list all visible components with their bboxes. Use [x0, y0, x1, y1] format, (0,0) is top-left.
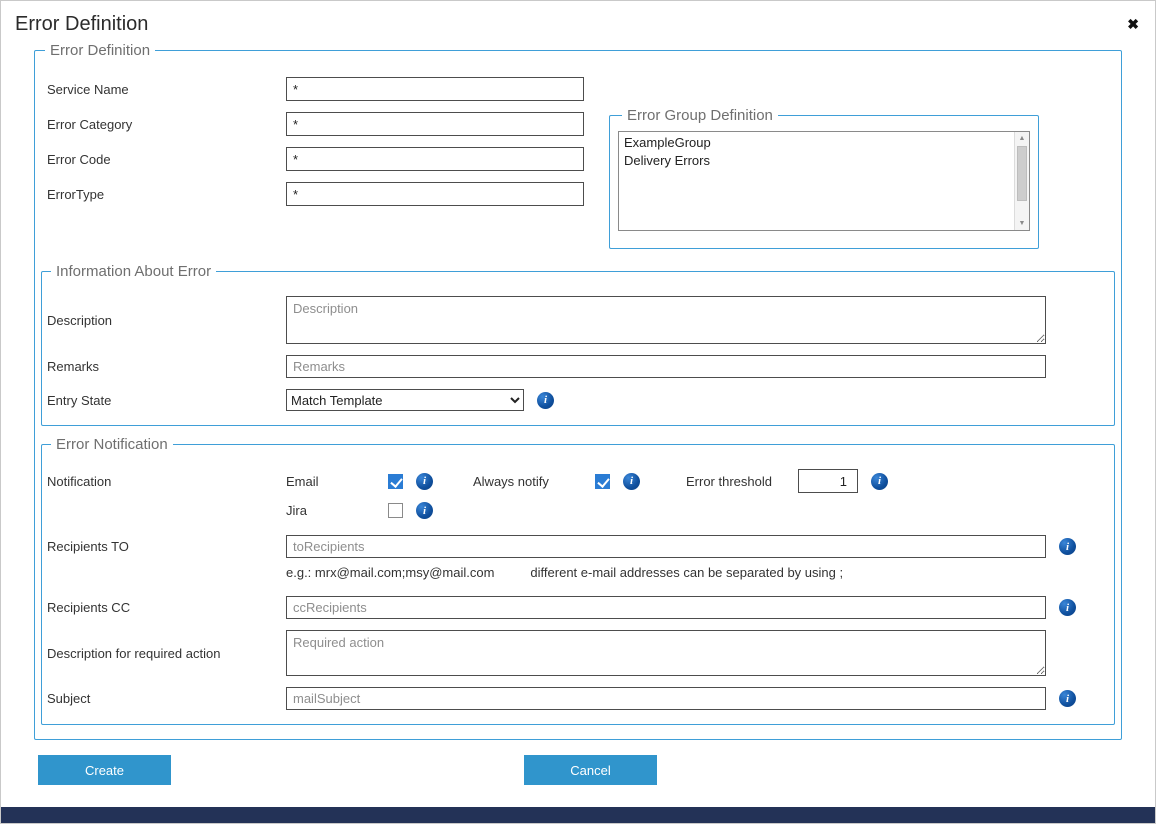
remarks-label: Remarks [47, 359, 286, 374]
subject-label: Subject [47, 691, 286, 706]
button-row: Create Cancel [38, 755, 1155, 785]
error-code-label: Error Code [47, 152, 286, 167]
always-notify-label: Always notify [473, 474, 595, 489]
error-category-input[interactable] [286, 112, 584, 136]
subject-row: Subject i [47, 687, 1109, 710]
remarks-row: Remarks [47, 355, 1109, 378]
error-type-label: ErrorType [47, 187, 286, 202]
scroll-up-icon[interactable]: ▲ [1019, 132, 1026, 145]
error-definition-legend: Error Definition [45, 42, 155, 59]
recipients-to-label: Recipients TO [47, 539, 286, 554]
entry-state-label: Entry State [47, 393, 286, 408]
service-name-input[interactable] [286, 77, 584, 101]
email-checkbox[interactable] [388, 474, 403, 489]
scroll-down-icon[interactable]: ▼ [1019, 217, 1026, 230]
always-notify-info-icon[interactable]: i [623, 473, 640, 490]
close-icon[interactable]: ✖ [1127, 17, 1139, 31]
recipients-to-input[interactable] [286, 535, 1046, 558]
required-action-textarea[interactable] [286, 630, 1046, 676]
recipients-to-row: Recipients TO i [47, 535, 1109, 558]
email-separator-hint: different e-mail addresses can be separa… [530, 565, 843, 580]
error-threshold-label: Error threshold [686, 474, 798, 489]
page-title: Error Definition [15, 13, 148, 36]
error-threshold-info-icon[interactable]: i [871, 473, 888, 490]
dialog-header: Error Definition ✖ [1, 1, 1155, 36]
subject-info-icon[interactable]: i [1059, 690, 1076, 707]
hint-spacer [47, 565, 286, 580]
create-button[interactable]: Create [38, 755, 171, 785]
notification-label: Notification [47, 474, 286, 489]
recipients-hint-row: e.g.: mrx@mail.com;msy@mail.com differen… [47, 565, 1109, 580]
jira-info-icon[interactable]: i [416, 502, 433, 519]
jira-row: Jira i [47, 502, 1109, 519]
recipients-cc-info-icon[interactable]: i [1059, 599, 1076, 616]
description-textarea[interactable] [286, 296, 1046, 344]
required-action-row: Description for required action [47, 630, 1109, 676]
entry-state-select[interactable]: Match Template [286, 389, 524, 411]
email-label: Email [286, 474, 388, 489]
cancel-button[interactable]: Cancel [524, 755, 657, 785]
email-example-hint: e.g.: mrx@mail.com;msy@mail.com [286, 565, 494, 580]
recipients-cc-label: Recipients CC [47, 600, 286, 615]
error-group-definition-section: Error Group Definition ExampleGroup Deli… [609, 107, 1039, 249]
always-notify-checkbox[interactable] [595, 474, 610, 489]
jira-checkbox[interactable] [388, 503, 403, 518]
description-row: Description [47, 296, 1109, 344]
email-info-icon[interactable]: i [416, 473, 433, 490]
entry-state-info-icon[interactable]: i [537, 392, 554, 409]
required-action-label: Description for required action [47, 646, 286, 661]
bottom-bar [1, 807, 1155, 823]
listbox-scrollbar[interactable]: ▲ ▼ [1014, 132, 1029, 230]
error-group-options: ExampleGroup Delivery Errors [619, 132, 1014, 230]
error-group-definition-legend: Error Group Definition [622, 107, 778, 124]
scrollbar-track[interactable] [1015, 145, 1029, 217]
information-about-error-legend: Information About Error [51, 263, 216, 280]
remarks-input[interactable] [286, 355, 1046, 378]
subject-input[interactable] [286, 687, 1046, 710]
service-name-row: Service Name [47, 77, 1115, 101]
error-group-listbox[interactable]: ExampleGroup Delivery Errors ▲ ▼ [618, 131, 1030, 231]
information-about-error-section: Information About Error Description Rema… [41, 263, 1115, 426]
error-type-input[interactable] [286, 182, 584, 206]
error-notification-legend: Error Notification [51, 436, 173, 453]
error-notification-section: Error Notification Notification Email i … [41, 436, 1115, 725]
notification-row: Notification Email i Always notify i Err… [47, 469, 1109, 493]
recipients-cc-input[interactable] [286, 596, 1046, 619]
error-code-input[interactable] [286, 147, 584, 171]
description-label: Description [47, 313, 286, 328]
scrollbar-thumb[interactable] [1017, 146, 1027, 201]
jira-label: Jira [286, 503, 388, 518]
list-item[interactable]: Delivery Errors [619, 152, 1014, 170]
entry-state-row: Entry State Match Template i [47, 389, 1109, 411]
error-category-label: Error Category [47, 117, 286, 132]
service-name-label: Service Name [47, 82, 286, 97]
recipients-to-info-icon[interactable]: i [1059, 538, 1076, 555]
list-item[interactable]: ExampleGroup [619, 134, 1014, 152]
error-definition-fields: Service Name Error Category Error Code E… [41, 77, 1115, 253]
error-threshold-input[interactable] [798, 469, 858, 493]
recipients-cc-row: Recipients CC i [47, 596, 1109, 619]
error-definition-dialog: Error Definition ✖ Error Definition Serv… [0, 0, 1156, 824]
error-definition-section: Error Definition Service Name Error Cate… [34, 42, 1122, 740]
